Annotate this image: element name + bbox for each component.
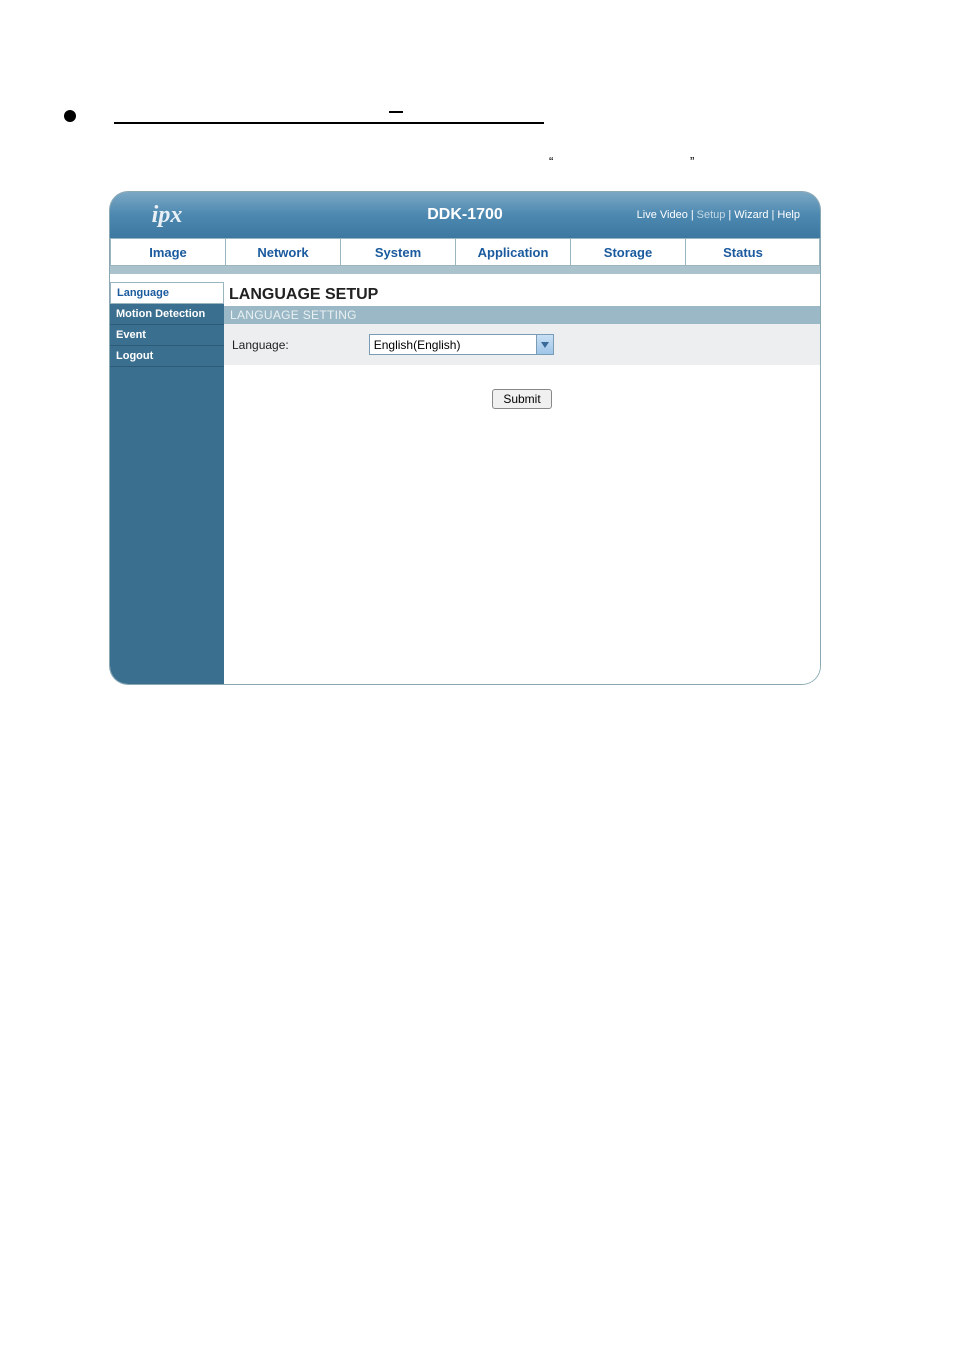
separator: | xyxy=(691,209,694,221)
sidebar-item-motion-detection[interactable]: Motion Detection xyxy=(110,304,224,325)
quote-close: ” xyxy=(690,154,694,169)
spacer xyxy=(110,266,820,274)
model-name: DDK-1700 xyxy=(427,206,503,224)
link-wizard[interactable]: Wizard xyxy=(734,209,768,221)
main-area: LANGUAGE SETUP LANGUAGE SETTING Language… xyxy=(224,282,820,684)
separator: | xyxy=(772,209,775,221)
tab-status[interactable]: Status xyxy=(685,238,800,266)
link-live-video[interactable]: Live Video xyxy=(637,209,688,221)
content-wrap: Language Motion Detection Event Logout L… xyxy=(110,274,820,684)
quote-open: “ xyxy=(549,154,553,169)
header-bar: ipx DDK-1700 Live Video | Setup | Wizard… xyxy=(110,192,820,238)
tab-spacer xyxy=(800,238,820,266)
tab-network[interactable]: Network xyxy=(225,238,340,266)
language-select-wrap: English(English) xyxy=(369,334,554,355)
language-label: Language: xyxy=(232,338,289,352)
sidebar-item-language[interactable]: Language xyxy=(110,282,224,304)
underline-rule xyxy=(114,122,544,124)
section-header: LANGUAGE SETTING xyxy=(224,306,820,324)
brand-logo: ipx xyxy=(110,192,224,238)
sidebar-item-event[interactable]: Event xyxy=(110,325,224,346)
tab-system[interactable]: System xyxy=(340,238,455,266)
tab-storage[interactable]: Storage xyxy=(570,238,685,266)
separator: | xyxy=(728,209,731,221)
sidebar: Language Motion Detection Event Logout xyxy=(110,282,224,684)
em-dash xyxy=(389,111,403,113)
link-setup[interactable]: Setup xyxy=(697,209,726,221)
submit-row: Submit xyxy=(224,365,820,433)
tab-image[interactable]: Image xyxy=(110,238,225,266)
submit-button[interactable]: Submit xyxy=(492,389,551,409)
header-links: Live Video | Setup | Wizard | Help xyxy=(637,209,800,221)
form-row: Language: English(English) xyxy=(224,324,820,365)
sidebar-item-logout[interactable]: Logout xyxy=(110,346,224,367)
tab-bar: Image Network System Application Storage… xyxy=(110,238,820,266)
link-help[interactable]: Help xyxy=(777,209,800,221)
page-title: LANGUAGE SETUP xyxy=(224,282,820,306)
tab-application[interactable]: Application xyxy=(455,238,570,266)
bullet-point xyxy=(64,110,76,122)
language-select[interactable]: English(English) xyxy=(369,334,554,355)
app-window: ipx DDK-1700 Live Video | Setup | Wizard… xyxy=(110,192,820,684)
